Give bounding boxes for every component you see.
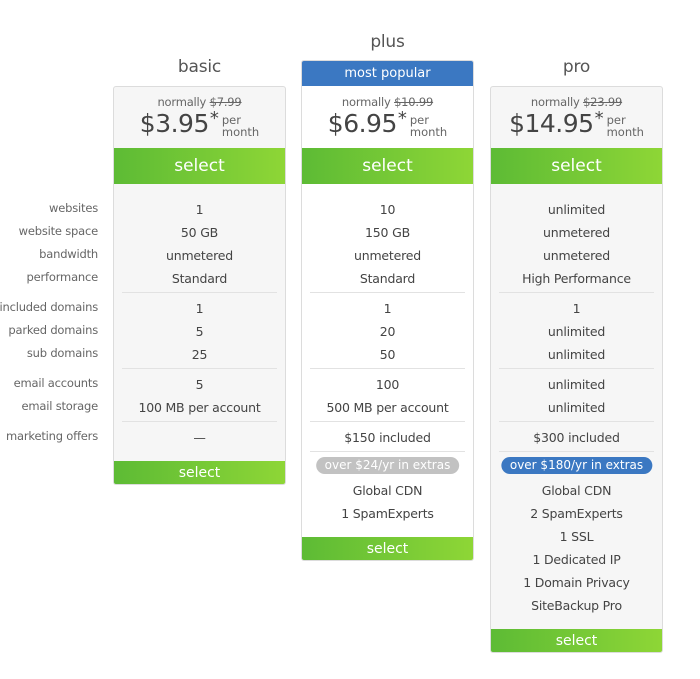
normal-price-line: normally $7.99: [114, 95, 285, 109]
plan-card: most popular normally $10.99 $6.95 * per…: [301, 60, 474, 561]
value-email-storage: 500 MB per account: [326, 400, 449, 415]
value-bandwidth: unmetered: [166, 248, 233, 263]
asterisk: *: [594, 108, 604, 129]
divider: [499, 451, 654, 452]
label-included-domains: included domains: [0, 300, 98, 314]
value-marketing-offers: —: [193, 430, 206, 445]
sale-price: $14.95: [509, 109, 594, 138]
value-email-accounts: 100: [375, 377, 400, 392]
plan-name: basic: [177, 57, 222, 77]
plan-name: plus: [370, 32, 405, 52]
label-website-space: website space: [18, 224, 99, 238]
extra-item: 1 Dedicated IP: [532, 552, 621, 567]
value-performance: High Performance: [522, 271, 631, 286]
divider: [310, 368, 465, 369]
extras-pill: over $24/yr in extras: [315, 457, 460, 474]
value-email-accounts: unlimited: [547, 377, 606, 392]
value-websites: 10: [379, 202, 396, 217]
value-websites: unlimited: [547, 202, 606, 217]
normally-label: normally: [530, 95, 580, 109]
plan-name: pro: [562, 57, 591, 77]
divider: [122, 368, 277, 369]
per-month: per month: [221, 113, 260, 139]
most-popular-badge: most popular: [302, 61, 473, 86]
per-month: per month: [409, 113, 448, 139]
select-button-bottom[interactable]: select: [114, 461, 285, 484]
value-website-space: 50 GB: [180, 225, 219, 240]
label-email-accounts: email accounts: [13, 376, 99, 390]
value-parked-domains: unlimited: [547, 324, 606, 339]
extra-item: 1 Domain Privacy: [523, 575, 630, 590]
divider: [499, 292, 654, 293]
extra-item: 1 SpamExperts: [341, 506, 434, 521]
divider: [310, 451, 465, 452]
select-button-top[interactable]: select: [491, 148, 662, 184]
normally-label: normally: [157, 95, 207, 109]
value-website-space: unmetered: [543, 225, 610, 240]
select-button-bottom[interactable]: select: [491, 629, 662, 652]
extra-item: Global CDN: [541, 483, 612, 498]
value-sub-domains: 50: [379, 347, 396, 362]
normal-price: $10.99: [394, 95, 434, 109]
asterisk: *: [397, 108, 407, 129]
label-parked-domains: parked domains: [8, 323, 98, 337]
divider: [122, 292, 277, 293]
divider: [499, 421, 654, 422]
label-websites: websites: [49, 201, 98, 215]
divider: [499, 368, 654, 369]
normal-price-line: normally $23.99: [491, 95, 662, 109]
label-sub-domains: sub domains: [26, 346, 98, 360]
extras-pill: over $180/yr in extras: [500, 457, 653, 474]
value-email-storage: 100 MB per account: [138, 400, 261, 415]
value-performance: Standard: [359, 271, 416, 286]
value-email-storage: unlimited: [547, 400, 606, 415]
value-parked-domains: 5: [195, 324, 204, 339]
divider: [310, 421, 465, 422]
extra-item: SiteBackup Pro: [531, 598, 622, 613]
extra-item: 1 SSL: [559, 529, 594, 544]
normal-price: $23.99: [583, 95, 623, 109]
label-performance: performance: [26, 270, 99, 284]
label-bandwidth: bandwidth: [39, 247, 98, 261]
value-included-domains: 1: [195, 301, 204, 316]
extra-item: Global CDN: [352, 483, 423, 498]
price-box: normally $23.99 $14.95 * per month: [491, 95, 662, 138]
normally-label: normally: [341, 95, 391, 109]
value-sub-domains: 25: [191, 347, 208, 362]
value-marketing-offers: $300 included: [533, 430, 620, 445]
extra-item: 2 SpamExperts: [530, 506, 623, 521]
value-marketing-offers: $150 included: [344, 430, 431, 445]
price-box: normally $10.99 $6.95 * per month: [302, 95, 473, 138]
value-bandwidth: unmetered: [543, 248, 610, 263]
value-website-space: 150 GB: [365, 225, 410, 240]
value-bandwidth: unmetered: [354, 248, 421, 263]
value-performance: Standard: [171, 271, 228, 286]
divider: [310, 292, 465, 293]
label-marketing-offers: marketing offers: [6, 429, 98, 443]
select-button-bottom[interactable]: select: [302, 537, 473, 560]
value-websites: 1: [195, 202, 204, 217]
value-email-accounts: 5: [195, 377, 204, 392]
value-parked-domains: 20: [379, 324, 396, 339]
per-month: per month: [606, 113, 644, 139]
sale-price: $6.95: [327, 109, 398, 138]
label-email-storage: email storage: [21, 399, 99, 413]
normal-price-line: normally $10.99: [302, 95, 473, 109]
sale-price: $3.95: [139, 109, 210, 138]
plan-card: normally $23.99 $14.95 * per month select…: [490, 86, 663, 653]
value-sub-domains: unlimited: [547, 347, 606, 362]
select-button-top[interactable]: select: [114, 148, 285, 184]
value-included-domains: 1: [572, 301, 581, 316]
plan-card: normally $7.99 $3.95 * per month select 1…: [113, 86, 286, 485]
price-box: normally $7.99 $3.95 * per month: [114, 95, 285, 138]
normal-price: $7.99: [209, 95, 242, 109]
value-included-domains: 1: [383, 301, 392, 316]
divider: [122, 421, 277, 422]
select-button-top[interactable]: select: [302, 148, 473, 184]
asterisk: *: [209, 108, 219, 129]
